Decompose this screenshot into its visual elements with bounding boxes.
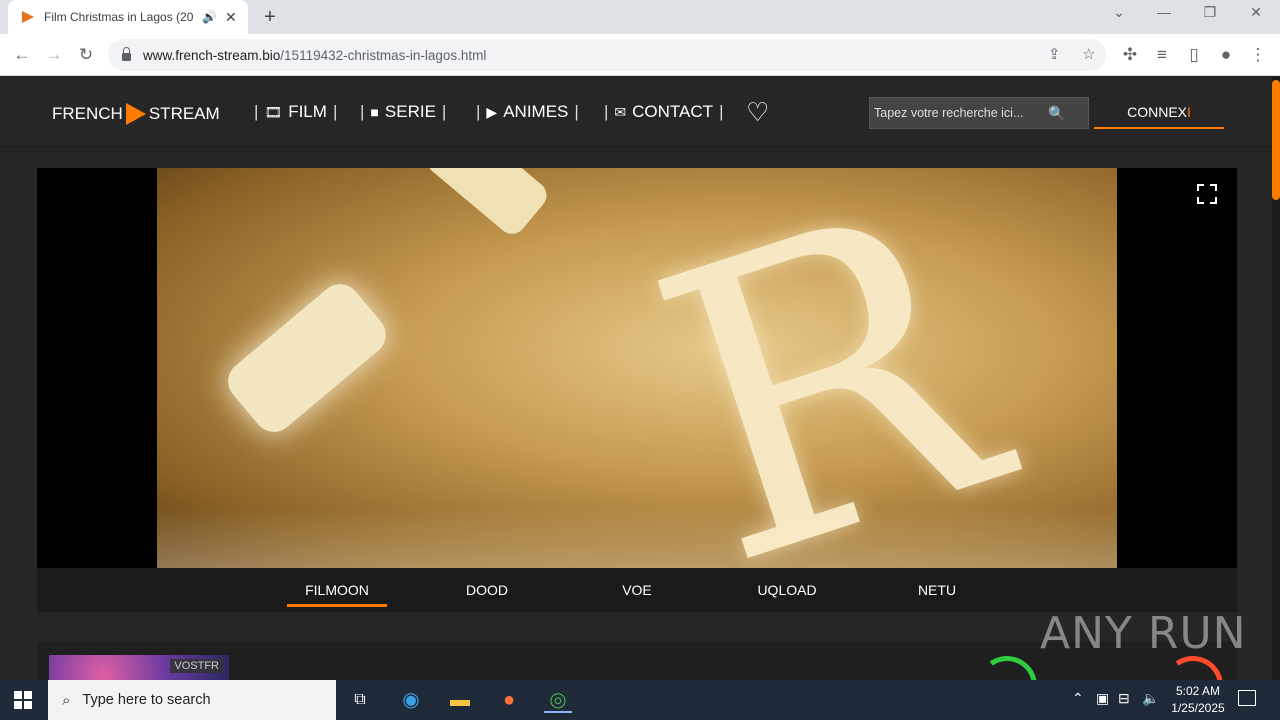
file-explorer-icon[interactable]: ▬ <box>446 687 474 713</box>
envelope-icon: ✉ <box>614 103 627 120</box>
server-tab-netu[interactable]: NETU <box>887 568 987 608</box>
bookmark-star-icon[interactable]: ☆ <box>1082 45 1095 63</box>
close-window-button[interactable]: ✕ <box>1244 4 1268 21</box>
server-tab-uqload[interactable]: UQLOAD <box>737 568 837 608</box>
site-search-input[interactable] <box>870 106 1040 120</box>
task-view-icon[interactable]: ⧉ <box>346 687 374 713</box>
windows-taskbar: ⌕ Type here to search ⧉ ◉ ▬ ● ◎ ⌃ ▣ ⊟ 🔈 … <box>0 680 1280 720</box>
video-camera-icon: ■ <box>370 104 379 120</box>
minimize-button[interactable]: — <box>1152 4 1176 20</box>
tab-search-chevron-icon[interactable]: ⌄ <box>1107 4 1131 21</box>
chrome-icon[interactable]: ◎ <box>544 687 572 713</box>
search-icon[interactable]: 🔍 <box>1048 105 1065 122</box>
nav-animes[interactable]: | ▶ ANIMES | <box>470 102 585 122</box>
firefox-icon[interactable]: ● <box>495 687 523 713</box>
logo-play-icon <box>125 103 146 125</box>
address-bar[interactable]: www.french-stream.bio/15119432-christmas… <box>108 39 1106 71</box>
video-player[interactable]: R FILMOON DOOD VOE UQLOAD NETU <box>37 168 1237 612</box>
nav-contact-label: CONTACT <box>632 102 714 121</box>
nav-film[interactable]: | 🎞 FILM | <box>248 102 343 122</box>
server-tab-voe[interactable]: VOE <box>587 568 687 608</box>
site-logo[interactable]: FRENCH STREAM <box>52 103 220 125</box>
tray-device-icon[interactable]: ▣ <box>1096 690 1109 707</box>
browser-toolbar: ← → ↻ www.french-stream.bio/15119432-chr… <box>0 34 1280 76</box>
login-button[interactable]: CONNEXI <box>1094 97 1224 129</box>
anyrun-watermark: ANY RUN <box>1040 608 1247 659</box>
browser-menu-icon[interactable]: ⋮ <box>1246 43 1270 67</box>
browser-tab[interactable]: Film Christmas in Lagos (20 🔊 ✕ <box>8 0 248 34</box>
url-host: www.french-stream.bio <box>143 47 281 63</box>
fullscreen-icon[interactable] <box>1197 184 1217 204</box>
lock-icon[interactable] <box>122 47 131 61</box>
page-scrollbar-thumb[interactable] <box>1272 80 1280 200</box>
tab-title: Film Christmas in Lagos (20 <box>44 10 194 24</box>
vostfr-badge: VOSTFR <box>170 659 223 673</box>
windows-start-icon[interactable] <box>14 691 32 709</box>
nav-film-label: FILM <box>288 102 327 121</box>
speaker-icon[interactable]: 🔊 <box>202 10 217 24</box>
nav-contact[interactable]: | ✉ CONTACT | <box>598 102 729 122</box>
share-icon[interactable]: ⇪ <box>1048 45 1061 63</box>
video-frame[interactable]: R <box>157 168 1117 568</box>
favorites-heart-icon[interactable]: ♡ <box>746 97 769 128</box>
play-circle-icon: ▶ <box>486 103 498 120</box>
nav-serie-label: SERIE <box>384 102 436 121</box>
server-tab-dood[interactable]: DOOD <box>437 568 537 608</box>
logo-text-right: STREAM <box>148 104 220 123</box>
rating-ring-green <box>972 651 1042 682</box>
browser-tab-bar: Film Christmas in Lagos (20 🔊 ✕ + ⌄ — ❐ … <box>0 0 1280 34</box>
clock-time: 5:02 AM <box>1175 684 1221 698</box>
film-icon: 🎞 <box>264 103 283 120</box>
site-favicon-icon <box>22 11 34 23</box>
movie-poster[interactable]: VOSTFR <box>49 655 229 682</box>
clock-date: 1/25/2025 <box>1171 701 1225 715</box>
taskbar-search-box[interactable]: ⌕ Type here to search <box>48 680 336 720</box>
search-icon: ⌕ <box>62 691 71 709</box>
logo-text-left: FRENCH <box>52 104 123 123</box>
reload-icon[interactable]: ↻ <box>74 43 98 67</box>
profile-avatar-icon[interactable]: ● <box>1214 43 1238 67</box>
server-tab-filmoon[interactable]: FILMOON <box>287 568 387 607</box>
taskbar-search-placeholder: Type here to search <box>82 692 211 708</box>
login-label-main: CONNEX <box>1127 104 1187 120</box>
notification-icon[interactable] <box>1238 690 1256 706</box>
side-panel-icon[interactable]: ▯ <box>1182 43 1206 67</box>
forward-arrow-icon[interactable]: → <box>42 43 66 67</box>
edge-browser-icon[interactable]: ◉ <box>397 687 425 713</box>
site-search-box: 🔍 <box>869 97 1089 129</box>
close-tab-icon[interactable]: ✕ <box>225 9 237 26</box>
server-tabs: FILMOON DOOD VOE UQLOAD NETU <box>37 568 1237 612</box>
taskbar-clock[interactable]: 5:02 AM 1/25/2025 <box>1166 683 1230 717</box>
extensions-puzzle-icon[interactable]: ✣ <box>1118 43 1142 67</box>
media-queue-icon[interactable]: ≡ <box>1150 43 1174 67</box>
restore-button[interactable]: ❐ <box>1198 4 1222 21</box>
site-header: FRENCH STREAM | 🎞 FILM | | ■ SERIE | | ▶… <box>0 77 1272 147</box>
tray-network-icon[interactable]: ⊟ <box>1118 690 1130 707</box>
nav-serie[interactable]: | ■ SERIE | <box>354 102 452 122</box>
login-label-last: I <box>1187 104 1191 120</box>
tray-chevron-up-icon[interactable]: ⌃ <box>1072 690 1084 707</box>
nav-animes-label: ANIMES <box>503 102 569 121</box>
url-path: /15119432-christmas-in-lagos.html <box>280 47 487 63</box>
new-tab-button[interactable]: + <box>260 6 280 29</box>
tray-volume-icon[interactable]: 🔈 <box>1142 690 1159 707</box>
back-arrow-icon[interactable]: ← <box>10 43 34 67</box>
